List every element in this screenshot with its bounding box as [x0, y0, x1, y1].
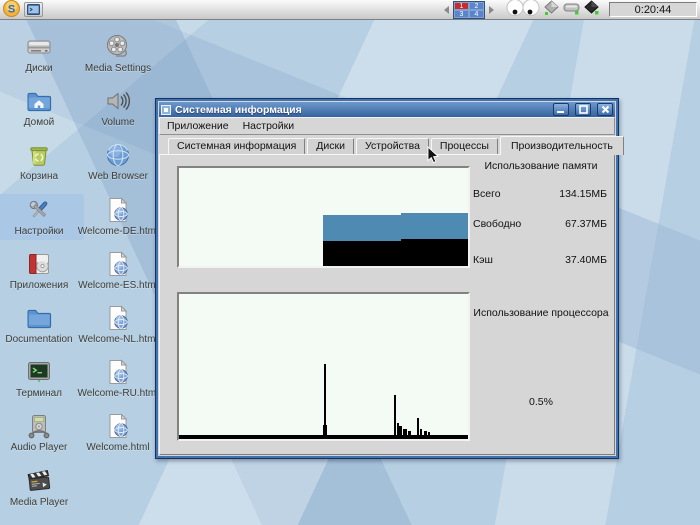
- desktop-icon-label: Welcome-DE.html: [73, 226, 163, 237]
- desktop-icon-label: Documentation: [0, 334, 84, 345]
- desktop-icon-welcome-ru[interactable]: Welcome-RU.html: [73, 356, 163, 402]
- memory-row-2: Кэш37.40МБ: [473, 254, 607, 266]
- globe-icon: [104, 141, 132, 169]
- memory-stats: Использование памяти Всего134.15МБ Свобод…: [471, 160, 611, 280]
- desktop-icon-documentation[interactable]: Documentation: [0, 302, 84, 348]
- desktop-icon-label: Welcome-ES.html: [73, 280, 163, 291]
- desktop-icon-settings[interactable]: Настройки: [0, 194, 84, 240]
- desktop-icon-label: Приложения: [0, 280, 84, 291]
- desktop-icon-welcome-de[interactable]: Welcome-DE.html: [73, 194, 163, 240]
- desktop-icon-trash[interactable]: Корзина: [0, 139, 84, 185]
- desktop-icon-welcome-nl[interactable]: Welcome-NL.html: [73, 302, 163, 348]
- html-icon: [104, 304, 132, 332]
- desktop-icon-label: Welcome.html: [73, 442, 163, 453]
- desktop-icon-welcome[interactable]: Welcome.html: [73, 410, 163, 456]
- homefolder-icon: [25, 87, 53, 115]
- performance-panel: Использование памяти Всего134.15МБ Свобод…: [159, 154, 615, 455]
- clapper-icon: [25, 467, 53, 495]
- tab-0[interactable]: Системная информация: [168, 138, 305, 154]
- cpu-stats: Использование процессора 0.5%: [471, 307, 611, 437]
- cpu-header: Использование процессора: [471, 307, 611, 319]
- audio-icon: [25, 412, 53, 440]
- terminal-launcher-button[interactable]: [24, 1, 43, 19]
- tab-3[interactable]: Процессы: [431, 138, 498, 154]
- window-titlebar[interactable]: Системная информация: [159, 102, 615, 117]
- workspace-3[interactable]: 3: [454, 10, 469, 18]
- memory-row-0: Всего134.15МБ: [473, 188, 607, 200]
- workspace-1[interactable]: 1: [454, 2, 469, 10]
- tab-2[interactable]: Устройства: [356, 138, 429, 154]
- memory-usage-chart: [177, 166, 470, 268]
- start-menu-button[interactable]: S: [3, 1, 20, 19]
- desktop-icon-label: Media Settings: [73, 63, 163, 74]
- window-icon: [161, 105, 171, 115]
- suse-logo-icon: S: [3, 0, 20, 20]
- terminal-launcher-icon: [24, 2, 43, 17]
- desktop-icon-label: Welcome-RU.html: [73, 388, 163, 399]
- desktop-icon-media-player[interactable]: Media Player: [0, 465, 84, 511]
- desktop-icon-audio-player[interactable]: Audio Player: [0, 410, 84, 456]
- html-icon: [104, 196, 132, 224]
- terminal-icon: [25, 358, 53, 386]
- close-button[interactable]: [597, 103, 613, 116]
- folder-icon: [25, 304, 53, 332]
- desktop-icon-label: Корзина: [0, 171, 84, 182]
- desktop-icon-terminal[interactable]: Терминал: [0, 356, 84, 402]
- tools-icon: [25, 196, 53, 224]
- modem-monitor-tray-icon[interactable]: [563, 0, 580, 20]
- cpu-usage-chart: [177, 292, 470, 441]
- desktop-icon-applications[interactable]: Приложения: [0, 248, 84, 294]
- minimize-button[interactable]: [553, 103, 569, 116]
- html-icon: [104, 250, 132, 278]
- trash-icon: [25, 141, 53, 169]
- desktop-icon-media-settings[interactable]: Media Settings: [73, 31, 163, 77]
- desktop-icon-label: Настройки: [0, 226, 84, 237]
- pager-next-arrow[interactable]: [489, 6, 494, 14]
- disk-icon: [25, 33, 53, 61]
- workspace-pager: 1234: [453, 1, 485, 19]
- menubar: Приложение Настройки: [159, 117, 615, 135]
- desktop-icon-label: Audio Player: [0, 442, 84, 453]
- desktop-icon-disks[interactable]: Диски: [0, 31, 84, 77]
- svg-text:S: S: [8, 3, 15, 15]
- cpu-value: 0.5%: [471, 396, 611, 408]
- cpu-monitor-tray-icon[interactable]: [544, 0, 559, 20]
- network-monitor-tray-icon[interactable]: [584, 0, 599, 20]
- desktop-icon-home[interactable]: Домой: [0, 85, 84, 131]
- menu-item-settings[interactable]: Настройки: [243, 120, 295, 132]
- desktop-icon-label: Терминал: [0, 388, 84, 399]
- desktop-icon-label: Диски: [0, 63, 84, 74]
- window-title: Системная информация: [175, 104, 547, 116]
- desktop-icon-welcome-es[interactable]: Welcome-ES.html: [73, 248, 163, 294]
- workspace-2[interactable]: 2: [469, 2, 484, 10]
- workspace-4[interactable]: 4: [469, 10, 484, 18]
- tab-1[interactable]: Диски: [307, 138, 354, 154]
- desktop-wallpaper: ДискиMedia SettingsДомойVolumeКорзинаWeb…: [0, 20, 700, 525]
- tab-4-active[interactable]: Производительность: [500, 136, 624, 155]
- memory-row-1: Свободно67.37МБ: [473, 218, 607, 230]
- maximize-button[interactable]: [575, 103, 591, 116]
- taskbar: S 1234: [0, 0, 700, 20]
- reel-icon: [104, 33, 132, 61]
- desktop-icon-label: Домой: [0, 117, 84, 128]
- desktop-icon-volume[interactable]: Volume: [73, 85, 163, 131]
- desktop-icon-label: Media Player: [0, 497, 84, 508]
- html-icon: [104, 412, 132, 440]
- package-icon: [25, 250, 53, 278]
- desktop-icon-label: Web Browser: [73, 171, 163, 182]
- desktop-icon-web-browser[interactable]: Web Browser: [73, 139, 163, 185]
- pager-prev-arrow[interactable]: [444, 6, 449, 14]
- system-info-window: Системная информация Приложение Настройки…: [155, 98, 619, 459]
- desktop-icon-label: Volume: [73, 117, 163, 128]
- speaker-icon: [104, 87, 132, 115]
- memory-header: Использование памяти: [471, 160, 611, 172]
- desktop-icon-label: Welcome-NL.html: [73, 334, 163, 345]
- tabstrip: Системная информацияДискиУстройстваПроце…: [159, 135, 615, 154]
- menu-item-application[interactable]: Приложение: [167, 120, 229, 132]
- html-icon: [104, 358, 132, 386]
- xeyes-applet: [506, 0, 540, 21]
- taskbar-clock: 0:20:44: [609, 2, 697, 17]
